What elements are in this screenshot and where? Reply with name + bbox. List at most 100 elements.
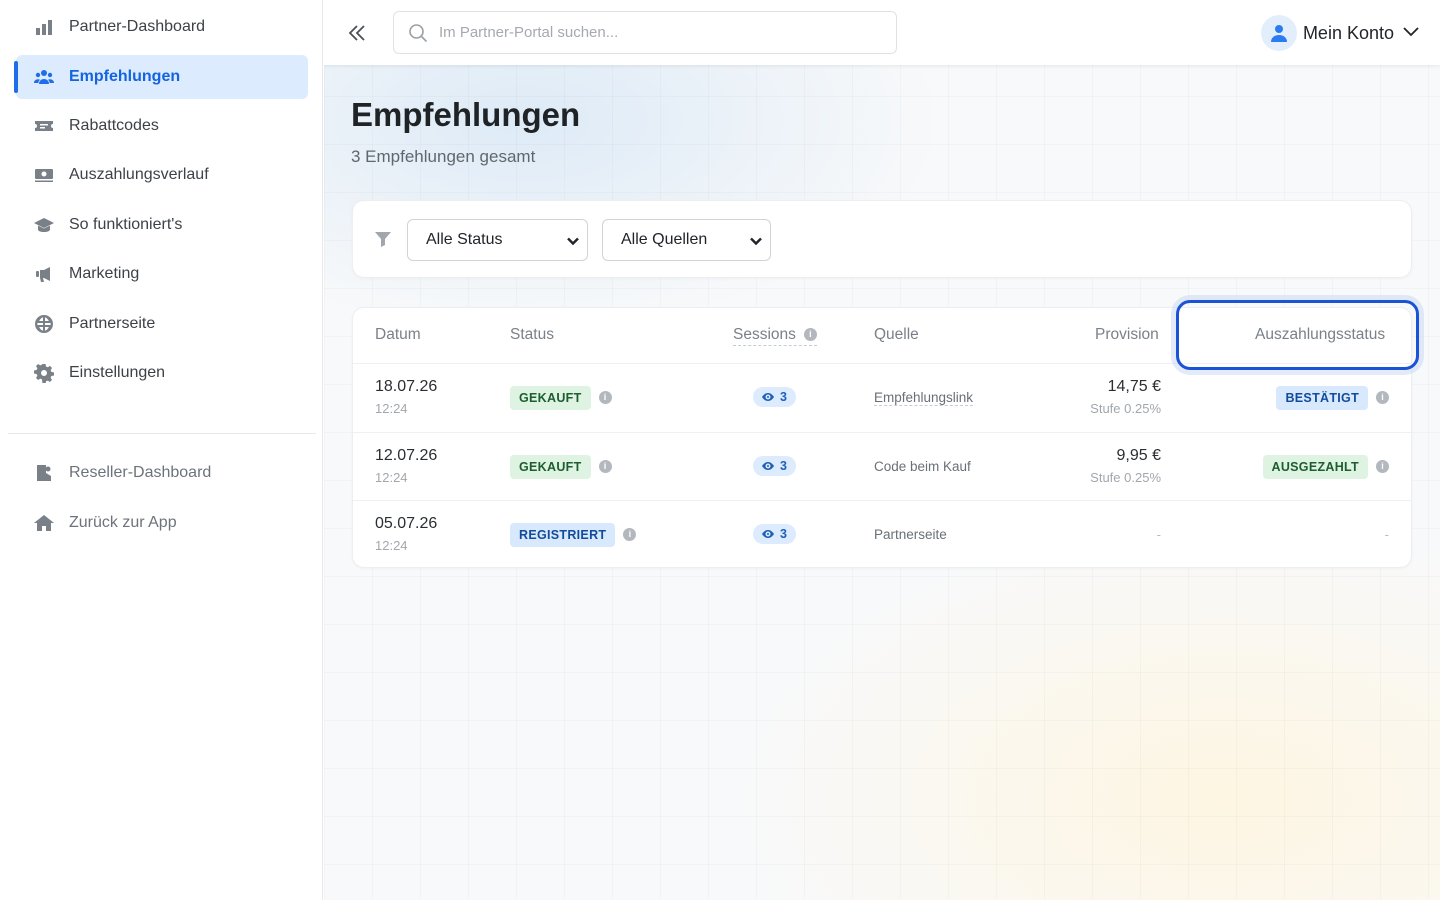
globe-icon <box>33 313 55 335</box>
payout-badge: AUSGEZAHLT <box>1262 455 1368 479</box>
account-menu[interactable]: Mein Konto <box>1260 14 1420 52</box>
sidebar-item-label: Reseller-Dashboard <box>69 464 212 481</box>
row-date: 05.07.26 <box>375 515 438 532</box>
home-icon <box>33 512 55 534</box>
sidebar-item-label: Auszahlungsverlauf <box>69 166 209 183</box>
info-icon[interactable]: i <box>598 460 612 474</box>
eye-icon <box>762 393 774 401</box>
info-icon[interactable]: i <box>803 328 817 342</box>
top-bar: Mein Konto <box>324 0 1440 65</box>
commission-tier: Stufe 0.25% <box>1090 470 1161 485</box>
user-icon <box>1270 25 1287 42</box>
double-chevron-left-icon <box>348 25 365 41</box>
commission-cell: 9,95 € Stufe 0.25% <box>1090 447 1161 485</box>
sidebar-item-label: Partner-Dashboard <box>69 18 206 35</box>
table-row[interactable]: 12.07.26 12:24 GEKAUFT i 3 Code beim Kauf… <box>353 432 1411 501</box>
column-header-sessions[interactable]: Sessions i <box>733 326 817 346</box>
chevron-down-icon <box>750 234 762 252</box>
status-badge: GEKAUFT <box>510 455 591 479</box>
money-bill-icon <box>33 164 55 186</box>
sessions-count: 3 <box>780 527 787 541</box>
collapse-sidebar-button[interactable] <box>342 18 372 48</box>
commission-cell: 14,75 € Stufe 0.25% <box>1090 378 1161 416</box>
commission-amount: 9,95 € <box>1116 447 1161 464</box>
sidebar-item-label: Zurück zur App <box>69 514 177 531</box>
sidebar-item-label: Rabattcodes <box>69 117 159 134</box>
sidebar-item-label: So funktioniert's <box>69 216 183 233</box>
eye-icon <box>762 530 774 538</box>
page-subtitle: 3 Empfehlungen gesamt <box>351 147 536 166</box>
sessions-cell[interactable]: 3 <box>753 387 796 408</box>
column-header-source[interactable]: Quelle <box>874 326 919 344</box>
status-badge: REGISTRIERT <box>510 523 616 547</box>
commission-amount: - <box>1156 527 1161 542</box>
sessions-count: 3 <box>780 390 787 404</box>
sidebar-item-auszahlungsverlauf[interactable]: Auszahlungsverlauf <box>16 153 308 197</box>
status-cell: REGISTRIERT i <box>510 523 637 547</box>
payout-cell: BESTÄTIGT i <box>1276 386 1389 410</box>
status-badge: GEKAUFT <box>510 386 591 410</box>
ticket-icon <box>33 115 55 137</box>
column-header-payout-status[interactable]: Auszahlungsstatus <box>1255 326 1385 344</box>
sidebar-item-partner-dashboard[interactable]: Partner-Dashboard <box>16 5 308 49</box>
avatar <box>1260 15 1297 51</box>
sessions-cell[interactable]: 3 <box>753 524 796 545</box>
row-time: 12:24 <box>375 470 408 485</box>
column-header-status[interactable]: Status <box>510 326 554 344</box>
megaphone-icon <box>33 263 55 285</box>
column-header-date[interactable]: Datum <box>375 326 421 344</box>
sidebar-item-empfehlungen[interactable]: Empfehlungen <box>14 55 308 99</box>
users-icon <box>33 66 55 88</box>
row-date: 18.07.26 <box>375 378 438 395</box>
sidebar-item-so-funktionierts[interactable]: So funktioniert's <box>16 203 308 247</box>
info-icon[interactable]: i <box>623 528 637 542</box>
sessions-badge: 3 <box>753 456 796 476</box>
source-cell: Partnerseite <box>874 527 947 542</box>
payout-status-empty: - <box>1384 527 1389 542</box>
table-row[interactable]: 05.07.26 12:24 REGISTRIERT i 3 Partnersei… <box>353 500 1411 569</box>
chevron-down-icon <box>1402 22 1420 45</box>
status-filter-select[interactable]: Alle Status <box>407 219 588 261</box>
main-content: Mein Konto Empfehlungen 3 Empfehlungen g… <box>324 0 1440 900</box>
sidebar-item-rabattcodes[interactable]: Rabattcodes <box>16 104 308 148</box>
row-date: 12.07.26 <box>375 447 438 464</box>
commission-tier: Stufe 0.25% <box>1090 401 1161 416</box>
info-icon[interactable]: i <box>598 391 612 405</box>
payout-badge: BESTÄTIGT <box>1276 386 1368 410</box>
sidebar-item-zurueck-zur-app[interactable]: Zurück zur App <box>16 501 308 545</box>
payout-cell: AUSGEZAHLT i <box>1262 455 1389 479</box>
table-row[interactable]: 18.07.26 12:24 GEKAUFT i 3 Empfehlungslin… <box>353 363 1411 432</box>
filter-icon <box>375 231 393 249</box>
row-time: 12:24 <box>375 538 408 553</box>
sessions-cell[interactable]: 3 <box>753 456 796 477</box>
sidebar-item-label: Marketing <box>69 265 140 282</box>
date-cell: 12.07.26 12:24 <box>375 447 437 485</box>
graduation-cap-icon <box>33 214 55 236</box>
referrals-table: Datum Status Sessions i Quelle Provision … <box>352 307 1412 568</box>
column-header-commission[interactable]: Provision <box>1095 326 1159 344</box>
search-icon <box>409 23 428 42</box>
info-icon[interactable]: i <box>1376 460 1389 474</box>
filter-card: Alle Status Alle Quellen <box>352 200 1412 278</box>
sidebar-item-marketing[interactable]: Marketing <box>16 252 308 296</box>
info-icon[interactable]: i <box>1376 391 1389 405</box>
source-filter-value: Alle Quellen <box>621 231 708 248</box>
commission-amount: 14,75 € <box>1107 378 1161 395</box>
bar-chart-icon <box>33 16 55 38</box>
sessions-badge: 3 <box>753 387 796 407</box>
sidebar-divider <box>8 433 316 434</box>
sessions-badge: 3 <box>753 524 796 544</box>
sessions-header-label: Sessions <box>733 326 796 343</box>
search-input[interactable] <box>439 24 859 41</box>
sidebar-item-einstellungen[interactable]: Einstellungen <box>16 351 308 395</box>
source-cell: Code beim Kauf <box>874 459 971 474</box>
date-cell: 18.07.26 12:24 <box>375 378 437 416</box>
sidebar: Partner-Dashboard Empfehlungen Rabattcod… <box>0 0 323 900</box>
sidebar-item-reseller-dashboard[interactable]: Reseller-Dashboard <box>16 451 308 495</box>
status-cell: GEKAUFT i <box>510 386 612 410</box>
source-filter-select[interactable]: Alle Quellen <box>602 219 771 261</box>
sessions-count: 3 <box>780 459 787 473</box>
gear-icon <box>33 362 55 384</box>
sidebar-item-partnerseite[interactable]: Partnerseite <box>16 302 308 346</box>
source-cell[interactable]: Empfehlungslink <box>874 390 974 406</box>
